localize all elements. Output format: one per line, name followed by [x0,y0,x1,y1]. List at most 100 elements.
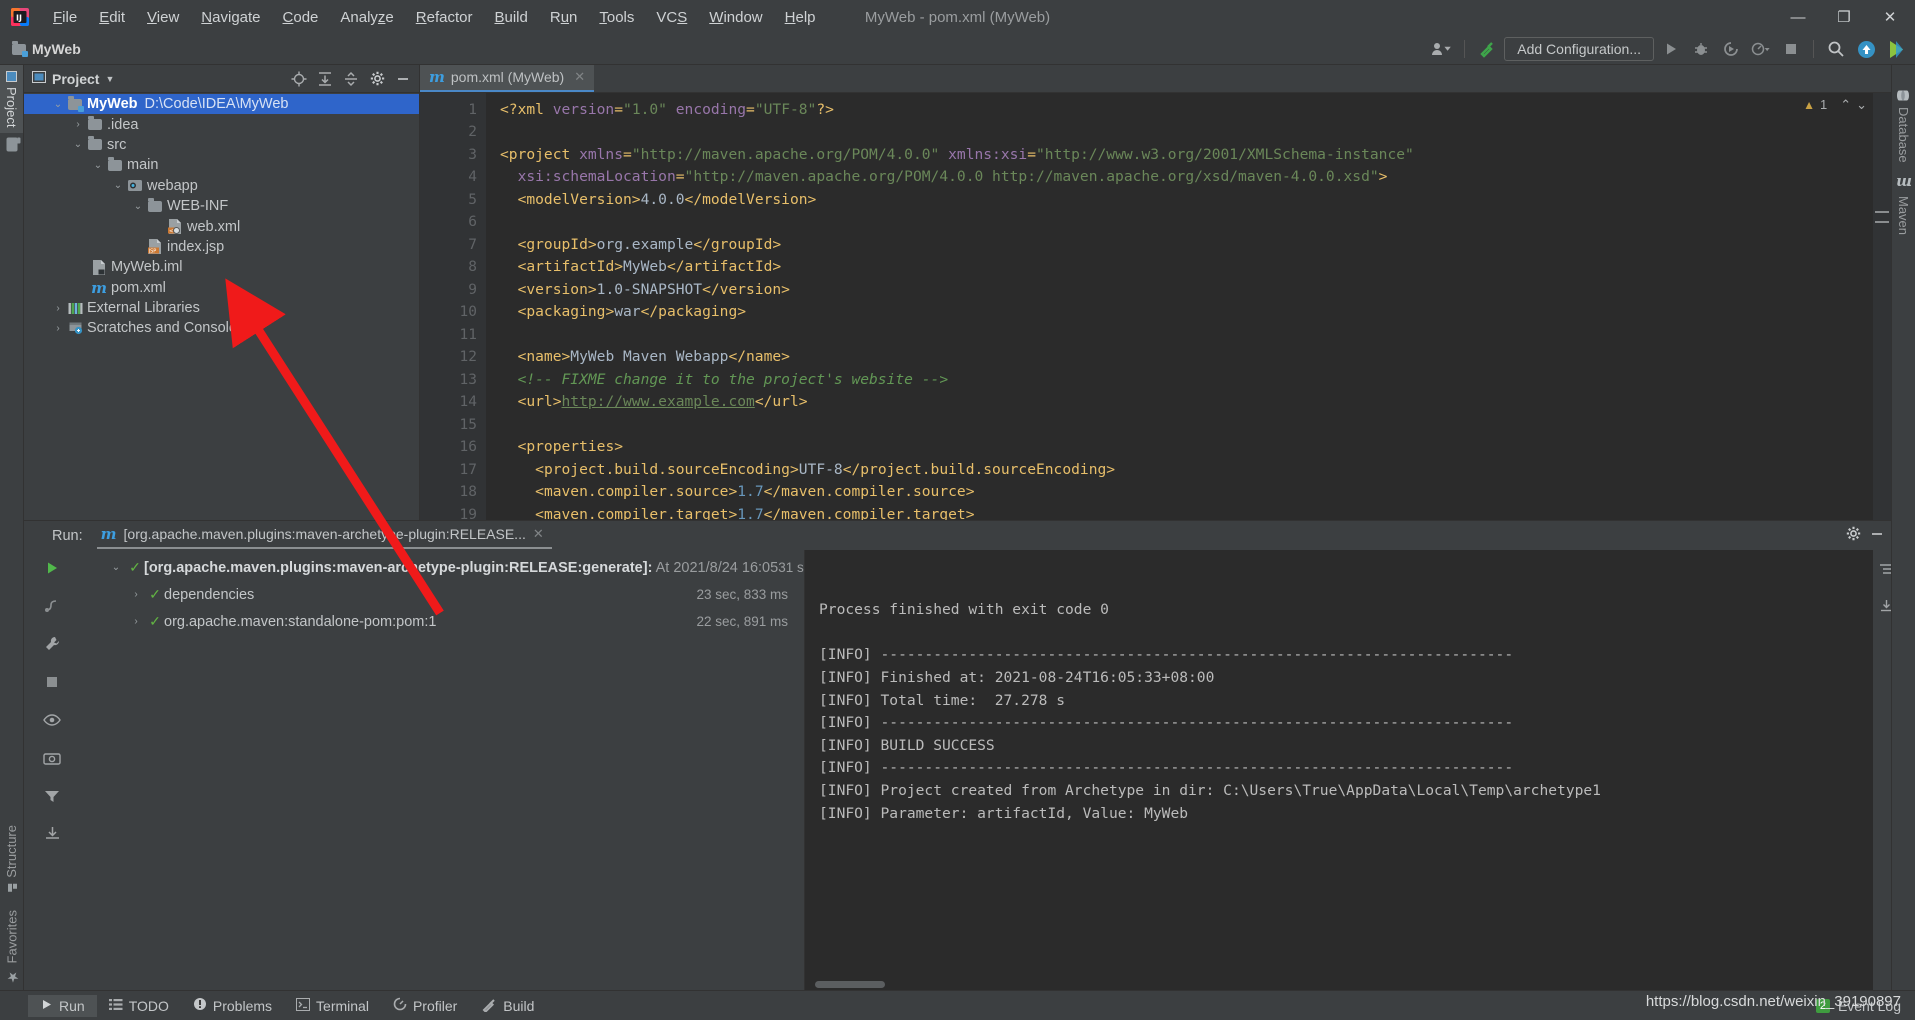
tree-node-pom-xml[interactable]: m pom.xml [24,278,419,298]
tree-node-myweb[interactable]: ⌄ MyWebD:\Code\IDEA\MyWeb [24,94,419,114]
chevron-up-icon[interactable]: ⌃ [1840,97,1851,113]
eye-icon[interactable] [39,708,65,732]
collapse-all-icon[interactable] [339,67,363,91]
task-row[interactable]: › ✓ dependencies 23 sec, 833 ms [80,581,804,608]
code-line: <maven.compiler.target>1.7</maven.compil… [500,504,1891,520]
console-horizontal-scrollbar[interactable] [815,981,885,988]
sidebar-tab-database[interactable]: Database [1892,83,1915,169]
chevron-right-icon[interactable]: › [70,119,86,130]
chevron-down-icon[interactable]: ⌄ [50,99,66,110]
profiler-icon[interactable] [1748,37,1774,61]
tree-node-idea[interactable]: › .idea [24,114,419,134]
run-with-coverage-icon[interactable] [1718,37,1744,61]
menu-item-build[interactable]: Build [483,6,538,29]
run-console-output[interactable]: Process finished with exit code 0 [INFO]… [804,550,1873,990]
chevron-down-icon[interactable]: ⌄ [110,180,126,191]
camera-icon[interactable] [39,746,65,770]
chevron-down-icon[interactable]: ⌄ [90,160,106,171]
sidebar-tab-structure[interactable]: Structure [0,819,23,900]
tree-node-web-xml[interactable]: < web.xml [24,216,419,236]
editor-inspection-gutter[interactable] [1873,93,1891,520]
project-pane-title[interactable]: Project ▼ [32,70,114,87]
editor-gutter[interactable]: 1 2 3 4 5 6 7 8 9 10 11 12 13 [420,93,486,520]
add-configuration-button[interactable]: Add Configuration... [1504,37,1654,61]
tree-node-index-jsp[interactable]: JSP index.jsp [24,237,419,257]
tree-node-scratches-consoles[interactable]: › Scratches and Consoles [24,318,419,338]
idea-plugin-icon[interactable] [1883,37,1909,61]
tree-node-webapp[interactable]: ⌄ webapp [24,176,419,196]
filter-icon[interactable] [39,784,65,808]
export-icon[interactable] [39,822,65,846]
wrench-icon[interactable] [39,632,65,656]
run-tab[interactable]: m [org.apache.maven.plugins:maven-archet… [97,522,552,549]
chevron-right-icon[interactable]: › [126,616,146,627]
editor-area[interactable]: 1 2 3 4 5 6 7 8 9 10 11 12 13 [420,93,1891,520]
rerun-icon[interactable] [39,556,65,580]
chevron-down-icon[interactable]: ⌄ [1856,97,1867,113]
hide-icon[interactable] [1869,526,1885,545]
tree-node-main[interactable]: ⌄ main [24,155,419,175]
menu-item-analyze[interactable]: Analyze [329,6,404,29]
settings-gear-icon[interactable] [365,67,389,91]
close-icon[interactable]: ✕ [574,69,585,85]
scratches-icon [66,321,84,335]
stop-icon[interactable] [39,670,65,694]
status-tab-problems[interactable]: Problems [181,994,284,1017]
chevron-down-icon[interactable]: ⌄ [106,562,126,573]
breadcrumb[interactable]: MyWeb [12,41,81,58]
chevron-right-icon[interactable]: › [50,323,66,334]
left-strip-folder-icon-row[interactable] [1,133,23,156]
chevron-right-icon[interactable]: › [126,589,146,600]
tree-node-web-inf[interactable]: ⌄ WEB-INF [24,196,419,216]
menu-item-run[interactable]: Run [539,6,589,29]
run-icon[interactable] [1658,37,1684,61]
stop-icon[interactable] [1778,37,1804,61]
event-log-button[interactable]: Event Log [1838,998,1901,1014]
inspection-widget[interactable]: ▲ 1 ⌃ ⌄ [1803,97,1867,113]
sidebar-tab-maven[interactable]: m Maven [1891,169,1915,241]
status-tab-run[interactable]: Run [28,995,97,1017]
menu-item-file[interactable]: FFileile [42,6,88,29]
toggle-tasks-icon[interactable] [39,594,65,618]
editor-code[interactable]: <?xml version="1.0" encoding="UTF-8"?> <… [486,93,1891,520]
menu-item-navigate[interactable]: Navigate [190,6,271,29]
menu-item-window[interactable]: Window [698,6,773,29]
update-project-icon[interactable] [1853,37,1879,61]
close-icon[interactable]: ✕ [533,526,544,542]
user-avatar-dropdown-icon[interactable] [1429,37,1455,61]
sidebar-tab-favorites[interactable]: ★ Favorites [0,900,24,990]
menu-item-tools[interactable]: Tools [588,6,645,29]
status-tab-todo[interactable]: TODO [97,995,181,1017]
warning-triangle-icon: ▲ [1803,98,1815,112]
menu-item-view[interactable]: View [136,6,190,29]
menu-item-refactor[interactable]: Refactor [405,6,484,29]
sidebar-tab-project[interactable]: Project [0,65,23,133]
expand-all-icon[interactable] [313,67,337,91]
menu-item-help[interactable]: Help [774,6,827,29]
build-hammer-icon[interactable] [1474,37,1500,61]
debug-icon[interactable] [1688,37,1714,61]
tree-node-external-libraries[interactable]: › External Libraries [24,298,419,318]
tree-node-src[interactable]: ⌄ src [24,135,419,155]
menu-item-code[interactable]: Code [272,6,330,29]
hide-icon[interactable] [391,67,415,91]
task-row[interactable]: › ✓ org.apache.maven:standalone-pom:pom:… [80,608,804,635]
maximize-button[interactable]: ❐ [1821,0,1867,34]
minimize-button[interactable]: — [1775,0,1821,34]
chevron-down-icon[interactable]: ⌄ [130,201,146,212]
task-row[interactable]: ⌄ ✓ [org.apache.maven.plugins:maven-arch… [80,554,804,581]
settings-gear-icon[interactable] [1846,526,1861,545]
chevron-down-icon[interactable]: ▼ [105,74,114,84]
close-button[interactable]: ✕ [1867,0,1913,34]
status-tab-profiler[interactable]: Profiler [381,994,469,1017]
status-tab-build[interactable]: Build [469,994,546,1018]
editor-tab-pom-xml[interactable]: m pom.xml (MyWeb) ✕ [420,65,594,92]
chevron-right-icon[interactable]: › [50,303,66,314]
tree-node-myweb-iml[interactable]: MyWeb.iml [24,257,419,277]
status-tab-terminal[interactable]: Terminal [284,995,381,1017]
menu-item-vcs[interactable]: VCS [645,6,698,29]
menu-item-edit[interactable]: Edit [88,6,136,29]
chevron-down-icon[interactable]: ⌄ [70,139,86,150]
locate-icon[interactable] [287,67,311,91]
search-everywhere-icon[interactable] [1823,37,1849,61]
